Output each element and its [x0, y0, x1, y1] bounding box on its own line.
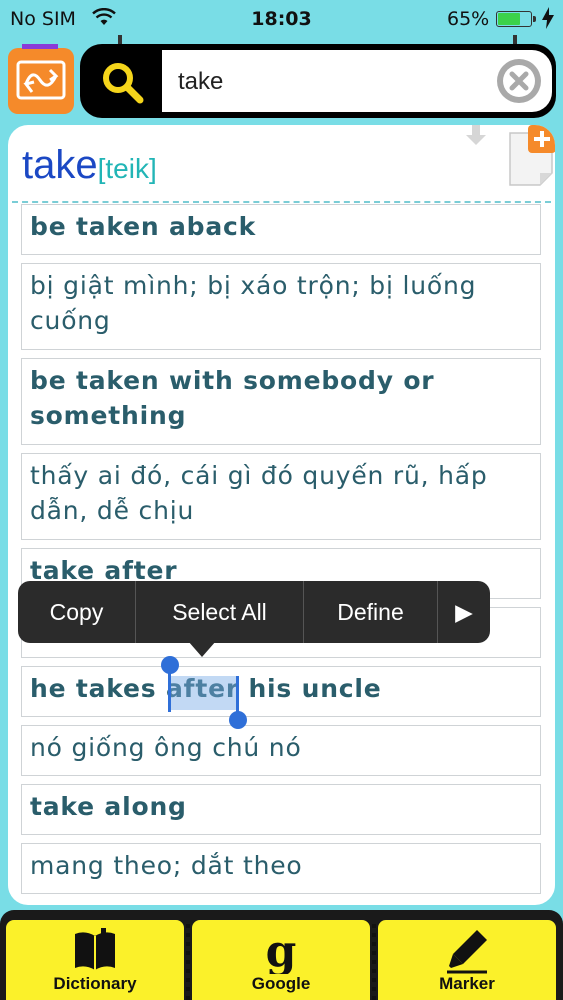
add-note-icon[interactable] — [506, 125, 555, 187]
selection-end-bar — [236, 676, 239, 716]
marker-label: Marker — [439, 974, 495, 993]
text-selection — [168, 676, 238, 710]
list-item[interactable]: nó giống ông chú nó — [21, 725, 541, 776]
battery-percent: 65% — [447, 8, 490, 30]
app-logo-icon[interactable] — [6, 44, 76, 116]
list-item[interactable]: take along — [21, 784, 541, 835]
marker-tab[interactable]: Marker — [378, 920, 556, 1000]
phonetic-text: [teik] — [97, 153, 157, 184]
toolbar-divider — [186, 924, 190, 1000]
arrow-down-icon[interactable] — [464, 125, 488, 147]
define-button[interactable]: Define — [304, 581, 438, 643]
clear-search-icon[interactable] — [495, 57, 543, 105]
battery-tip — [533, 16, 536, 22]
context-menu-pointer — [188, 641, 216, 657]
list-item[interactable]: thấy ai đó, cái gì đó quyến rũ, hấp dẫn,… — [21, 453, 541, 540]
charging-bolt-icon — [542, 7, 554, 29]
search-input[interactable] — [176, 62, 490, 102]
dictionary-tab[interactable]: Dictionary — [6, 920, 184, 1000]
marker-pen-icon — [447, 930, 487, 974]
google-label: Google — [251, 974, 311, 993]
headword: take[teik] — [22, 143, 157, 188]
toolbar-divider — [372, 924, 376, 1000]
selection-start-bar — [168, 670, 171, 712]
google-tab[interactable]: g Google — [192, 920, 370, 1000]
list-item[interactable]: mang theo; dắt theo — [21, 843, 541, 894]
battery-icon — [496, 11, 532, 27]
copy-button[interactable]: Copy — [18, 581, 136, 643]
search-field[interactable] — [162, 50, 552, 112]
more-options-button[interactable]: ▶ — [438, 581, 490, 643]
search-icon[interactable] — [100, 60, 144, 104]
list-item[interactable]: be taken with somebody or something — [21, 358, 541, 445]
list-item[interactable]: bị giật mình; bị xáo trộn; bị luống cuốn… — [21, 263, 541, 350]
status-bar: No SIM 18:03 65% — [0, 0, 563, 38]
definition-card: take[teik] be taken aback bị giật mình; … — [8, 125, 555, 905]
bottom-toolbar: Dictionary g Google Marker — [0, 910, 563, 1000]
book-icon — [75, 928, 115, 970]
selection-start-handle[interactable] — [161, 656, 179, 674]
select-all-button[interactable]: Select All — [136, 581, 304, 643]
google-g-icon: g — [266, 926, 297, 974]
entry-list: be taken aback bị giật mình; bị xáo trộn… — [21, 204, 541, 902]
list-item[interactable]: he takes after his uncle — [21, 666, 541, 717]
svg-text:g: g — [266, 926, 297, 974]
list-item[interactable]: be taken aback — [21, 204, 541, 255]
headword-text: take — [22, 143, 98, 187]
context-menu: Copy Select All Define ▶ — [18, 581, 490, 643]
divider — [12, 201, 551, 203]
battery-fill — [498, 13, 521, 25]
search-bar — [80, 44, 556, 118]
selection-end-handle[interactable] — [229, 711, 247, 729]
dictionary-label: Dictionary — [53, 974, 137, 993]
